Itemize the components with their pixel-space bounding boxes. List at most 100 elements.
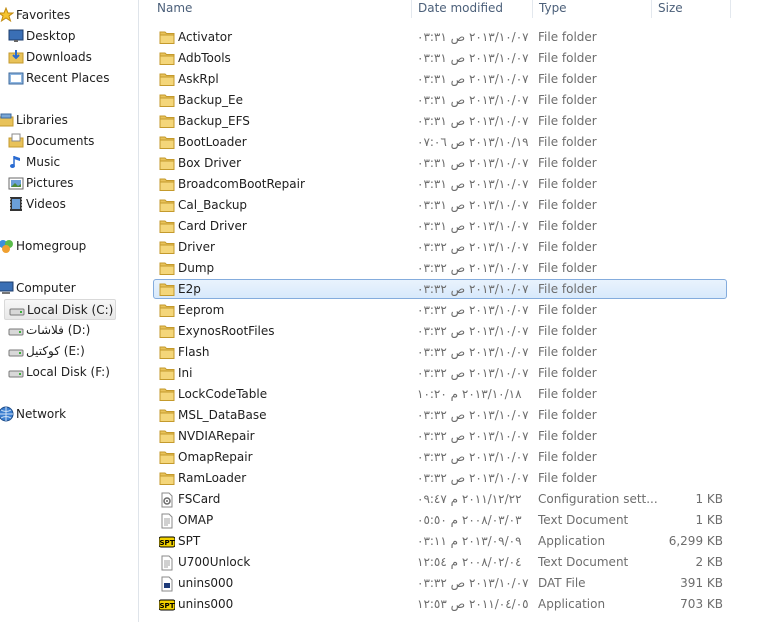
- file-type: Text Document: [538, 513, 629, 527]
- nav-item-entry[interactable]: Downloads: [8, 47, 92, 68]
- nav-item-entry[interactable]: Recent Places: [8, 68, 109, 89]
- nav-item-entry[interactable]: Pictures: [8, 173, 74, 194]
- file-type: File folder: [538, 303, 597, 317]
- folder-icon: [159, 450, 175, 465]
- file-type: File folder: [538, 345, 597, 359]
- file-row[interactable]: Ini ٢٠١٣/١٠/٠٧ ص ٠٣:٣٢ File folder: [139, 363, 759, 384]
- file-row[interactable]: BootLoader ٢٠١٣/١٠/١٩ ص ٠٧:٠٦ File folder: [139, 132, 759, 153]
- file-date-modified: ٢٠١٣/١٠/٠٧ ص ٠٣:٣١: [417, 114, 529, 128]
- nav-item-entry[interactable]: Desktop: [8, 26, 76, 47]
- file-type: File folder: [538, 177, 597, 191]
- drive-icon: [8, 364, 24, 380]
- file-date-modified: ٢٠١٣/١٠/٠٧ ص ٠٣:٣١: [417, 51, 529, 65]
- svg-text:SPT: SPT: [160, 602, 175, 610]
- svg-text:SPT: SPT: [160, 539, 175, 547]
- nav-item-entry[interactable]: Local Disk (F:): [8, 362, 110, 383]
- file-row[interactable]: MSL_DataBase ٢٠١٣/١٠/٠٧ ص ٠٣:٣٢ File folde…: [139, 405, 759, 426]
- file-name: Backup_EFS: [178, 114, 250, 128]
- column-size[interactable]: Size: [652, 0, 730, 19]
- file-type: Application: [538, 534, 606, 548]
- file-row[interactable]: SPT SPT ٢٠١٣/٠٩/٠٩ م ٠٣:١١ Application 6,299…: [139, 531, 759, 552]
- nav-item-homegroup[interactable]: Homegroup: [0, 236, 86, 257]
- file-type: File folder: [538, 324, 597, 338]
- file-row[interactable]: Backup_EFS ٢٠١٣/١٠/٠٧ ص ٠٣:٣١ File folder: [139, 111, 759, 132]
- nav-item-libraries[interactable]: Libraries: [0, 110, 68, 131]
- file-size: 391 KB: [680, 576, 723, 590]
- file-name: MSL_DataBase: [178, 408, 267, 422]
- column-type[interactable]: Type: [533, 0, 651, 19]
- folder-icon: [159, 30, 175, 45]
- file-date-modified: ٢٠١٣/١٠/٠٧ ص ٠٣:٣٢: [417, 429, 529, 443]
- file-row[interactable]: AskRpl ٢٠١٣/١٠/٠٧ ص ٠٣:٣١ File folder: [139, 69, 759, 90]
- column-divider[interactable]: [730, 0, 731, 18]
- file-row[interactable]: Driver ٢٠١٣/١٠/٠٧ ص ٠٣:٣٢ File folder: [139, 237, 759, 258]
- nav-item-computer[interactable]: Computer: [0, 278, 76, 299]
- folder-icon: [159, 282, 175, 297]
- file-date-modified: ٢٠١٣/١٠/٠٧ ص ٠٣:٣١: [417, 93, 529, 107]
- nav-item-label: Libraries: [16, 113, 68, 127]
- file-name: Eeprom: [178, 303, 225, 317]
- nav-item-entry[interactable]: Videos: [10, 194, 66, 215]
- folder-icon: [159, 303, 175, 318]
- file-row[interactable]: AdbTools ٢٠١٣/١٠/٠٧ ص ٠٣:٣١ File folder: [139, 48, 759, 69]
- file-name: Box Driver: [178, 156, 242, 170]
- folder-icon: [159, 219, 175, 234]
- file-date-modified: ٢٠١٣/١٠/٠٧ ص ٠٣:٣٢: [417, 261, 529, 275]
- file-row[interactable]: E2p ٢٠١٣/١٠/٠٧ ص ٠٣:٣٢ File folder: [139, 279, 759, 300]
- file-row[interactable]: Eeprom ٢٠١٣/١٠/٠٧ ص ٠٣:٣٢ File folder: [139, 300, 759, 321]
- file-row[interactable]: OmapRepair ٢٠١٣/١٠/٠٧ ص ٠٣:٣٢ File folder: [139, 447, 759, 468]
- folder-icon: [159, 177, 175, 192]
- nav-item-label: Documents: [26, 134, 95, 148]
- nav-item-entry[interactable]: Music: [10, 152, 60, 173]
- file-type: File folder: [538, 408, 597, 422]
- file-row[interactable]: Box Driver ٢٠١٣/١٠/٠٧ ص ٠٣:٣١ File folder: [139, 153, 759, 174]
- nav-item-entry[interactable]: فلاشات (D:): [8, 320, 90, 341]
- file-size: 1 KB: [695, 492, 723, 506]
- nav-item-entry[interactable]: كوكتيل (E:): [8, 341, 85, 362]
- file-date-modified: ٢٠١٣/١٠/٠٧ ص ٠٣:٣١: [417, 30, 529, 44]
- file-type: File folder: [538, 282, 597, 296]
- recent-places-icon: [8, 70, 24, 86]
- file-row[interactable]: ExynosRootFiles ٢٠١٣/١٠/٠٧ ص ٠٣:٣٢ File fo…: [139, 321, 759, 342]
- folder-icon: [159, 366, 175, 381]
- file-row[interactable]: Flash ٢٠١٣/١٠/٠٧ ص ٠٣:٣٢ File folder: [139, 342, 759, 363]
- file-date-modified: ٢٠١٣/١٠/٠٧ ص ٠٣:٣٢: [417, 471, 529, 485]
- file-row[interactable]: BroadcomBootRepair ٢٠١٣/١٠/٠٧ ص ٠٣:٣١ File…: [139, 174, 759, 195]
- column-header: Name Date modified Type Size: [139, 0, 762, 20]
- file-row[interactable]: OMAP ٢٠٠٨/٠٣/٠٣ م ٠٥:٥٠ Text Document 1 KB: [139, 510, 759, 531]
- file-row[interactable]: U700Unlock ٢٠٠٨/٠٢/٠٤ م ١٢:٥٤ Text Documen…: [139, 552, 759, 573]
- file-name: OmapRepair: [178, 450, 253, 464]
- file-row[interactable]: Activator ٢٠١٣/١٠/٠٧ ص ٠٣:٣١ File folder: [139, 27, 759, 48]
- column-name[interactable]: Name: [151, 0, 409, 19]
- file-row[interactable]: Dump ٢٠١٣/١٠/٠٧ ص ٠٣:٣٢ File folder: [139, 258, 759, 279]
- nav-item-entry[interactable]: Documents: [8, 131, 95, 152]
- file-type: Application: [538, 597, 606, 611]
- nav-item-network[interactable]: Network: [0, 404, 66, 425]
- nav-item-favorites[interactable]: Favorites: [0, 5, 70, 26]
- folder-icon: [159, 135, 175, 150]
- nav-item-label: Pictures: [26, 176, 74, 190]
- libraries-icon: [0, 112, 14, 128]
- file-row[interactable]: Backup_Ee ٢٠١٣/١٠/٠٧ ص ٠٣:٣١ File folder: [139, 90, 759, 111]
- folder-icon: [159, 93, 175, 108]
- file-row[interactable]: unins000 ٢٠١٣/١٠/٠٧ ص ٠٣:٣٢ DAT File 391 KB: [139, 573, 759, 594]
- file-row[interactable]: Cal_Backup ٢٠١٣/١٠/٠٧ ص ٠٣:٣١ File folder: [139, 195, 759, 216]
- file-name: unins000: [178, 597, 234, 611]
- file-date-modified: ٢٠١٣/١٠/٠٧ ص ٠٣:٣٢: [417, 240, 529, 254]
- file-row[interactable]: RamLoader ٢٠١٣/١٠/٠٧ ص ٠٣:٣٢ File folder: [139, 468, 759, 489]
- file-row[interactable]: Card Driver ٢٠١٣/١٠/٠٧ ص ٠٣:٣١ File folder: [139, 216, 759, 237]
- downloads-icon: [8, 49, 24, 65]
- column-date-modified[interactable]: Date modified: [412, 0, 532, 19]
- file-date-modified: ٢٠١٣/١٠/٠٧ ص ٠٣:٣٢: [417, 450, 529, 464]
- file-row[interactable]: SPT unins000 ٢٠١١/٠٤/٠٥ ص ١٢:٥٣ Application…: [139, 594, 759, 615]
- file-name: RamLoader: [178, 471, 247, 485]
- folder-icon: [159, 408, 175, 423]
- file-type: File folder: [538, 219, 597, 233]
- file-row[interactable]: NVDIARepair ٢٠١٣/١٠/٠٧ ص ٠٣:٣٢ File folder: [139, 426, 759, 447]
- nav-item-entry[interactable]: Local Disk (C:): [4, 299, 116, 320]
- file-row[interactable]: FSCard ٢٠١١/١٢/٢٢ م ٠٩:٤٧ Configuration se…: [139, 489, 759, 510]
- file-name: U700Unlock: [178, 555, 251, 569]
- file-row[interactable]: LockCodeTable ٢٠١٣/١٠/١٨ م ١٠:٢٠ File fold…: [139, 384, 759, 405]
- text-file-icon: [159, 555, 175, 571]
- nav-item-label: Local Disk (F:): [26, 365, 110, 379]
